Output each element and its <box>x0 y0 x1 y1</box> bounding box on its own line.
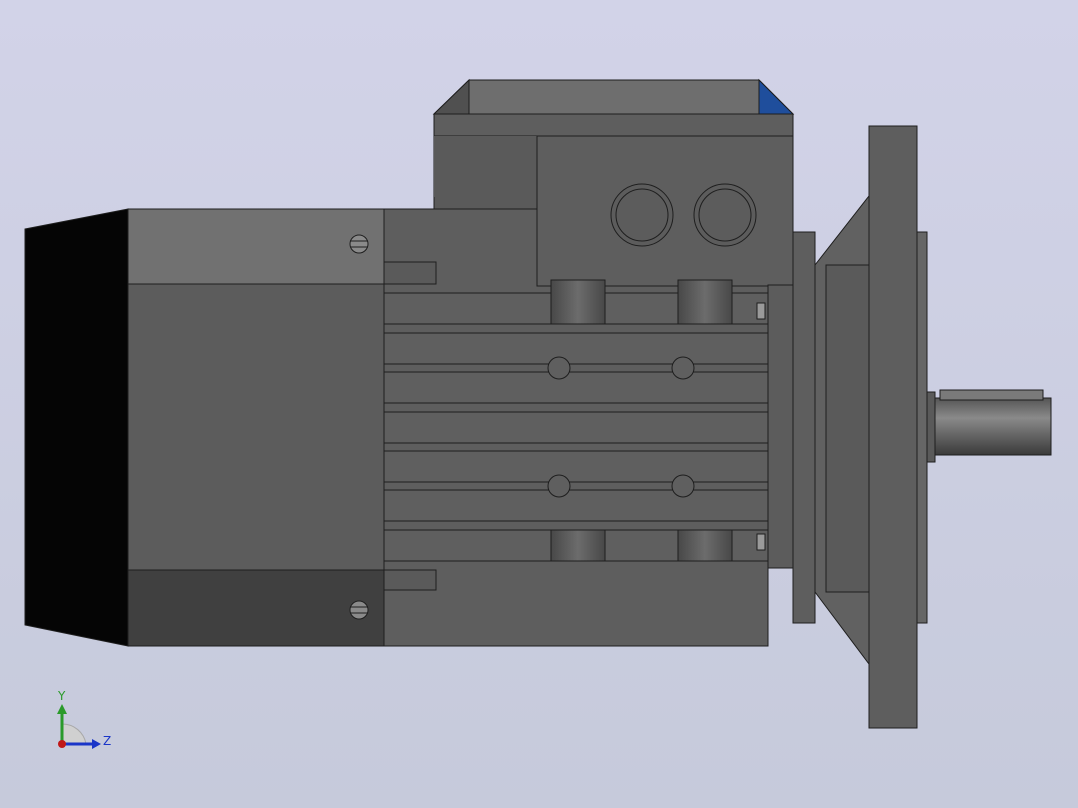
cable-gland-2[interactable] <box>693 183 757 247</box>
fan-cover[interactable] <box>24 208 129 647</box>
fin-3 <box>383 371 769 404</box>
front-bearing-ring <box>792 231 816 624</box>
tie-rod-2 <box>671 356 695 380</box>
boss-bottom-left <box>550 529 606 562</box>
housing-foot-top <box>383 261 437 285</box>
fin-clip-bottom <box>756 533 766 551</box>
end-cap-body[interactable] <box>127 283 385 571</box>
triad-z-label: Z <box>103 734 111 748</box>
cooling-fins[interactable] <box>383 279 769 562</box>
triad-y-label: Y <box>57 689 66 703</box>
tie-rod-3 <box>547 474 571 498</box>
cad-canvas[interactable]: Y Z <box>0 0 1078 808</box>
terminal-box-lid[interactable] <box>432 79 795 115</box>
fin-6 <box>383 489 769 522</box>
adapter-collar <box>825 264 870 593</box>
screw-bottom[interactable] <box>349 600 369 620</box>
fin-5 <box>383 450 769 483</box>
boss-bottom-right <box>677 529 733 562</box>
end-cap-top[interactable] <box>127 208 385 285</box>
fin-clip-top <box>756 302 766 320</box>
mounting-flange[interactable] <box>868 125 918 729</box>
tie-rod-1 <box>547 356 571 380</box>
cad-viewport[interactable]: Y Z <box>0 0 1078 808</box>
output-shaft[interactable] <box>934 397 1052 456</box>
shaft-shoulder <box>926 391 936 463</box>
boss-top-right <box>677 279 733 325</box>
fin-4 <box>383 411 769 444</box>
terminal-box-rim <box>433 113 794 137</box>
cable-gland-1[interactable] <box>610 183 674 247</box>
tie-rod-4 <box>671 474 695 498</box>
boss-top-left <box>550 279 606 325</box>
shaft-key[interactable] <box>939 389 1044 401</box>
flange-spigot <box>916 231 928 624</box>
screw-top[interactable] <box>349 234 369 254</box>
fin-2 <box>383 332 769 365</box>
terminal-box-left-fill <box>434 136 537 197</box>
triad-x-axis-dot <box>58 740 66 748</box>
housing-foot-bottom <box>383 569 437 591</box>
end-cap-bottom[interactable] <box>127 569 385 647</box>
